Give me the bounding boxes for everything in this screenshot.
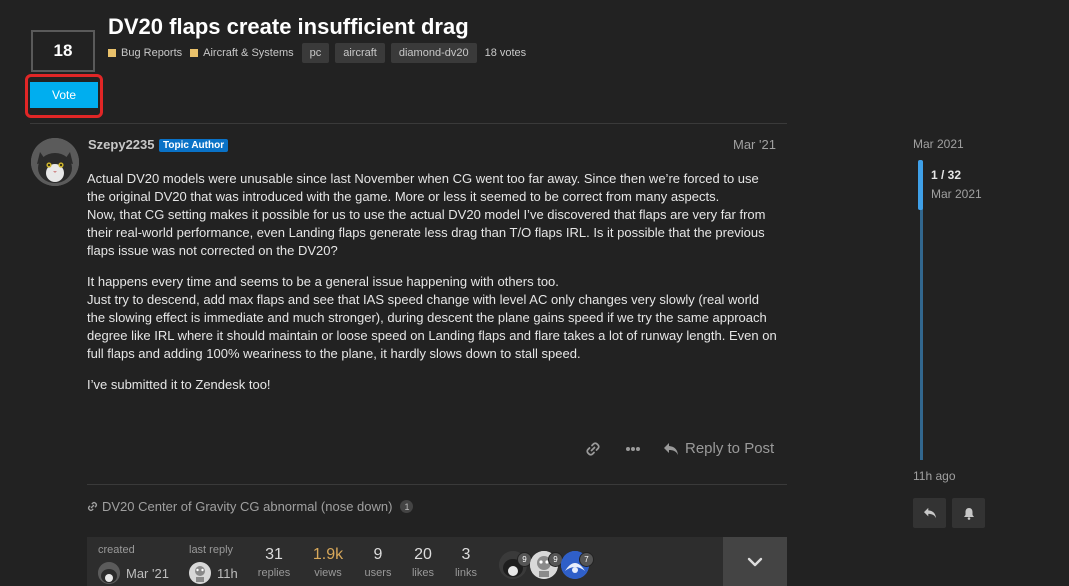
timeline-handle[interactable] — [918, 160, 923, 210]
tag-diamond-dv20[interactable]: diamond-dv20 — [390, 43, 477, 63]
topic-meta: Bug Reports Aircraft & Systems pc aircra… — [108, 43, 526, 63]
creator-avatar[interactable] — [98, 562, 120, 584]
post-username[interactable]: Szepy2235 — [88, 137, 155, 152]
bell-icon — [963, 507, 974, 520]
vote-count-value: 18 — [53, 41, 73, 60]
created-date[interactable]: Mar '21 — [126, 566, 169, 581]
last-reply-date[interactable]: 11h — [217, 566, 238, 581]
last-reply-avatar[interactable] — [189, 562, 211, 584]
last-reply-label: last reply — [189, 544, 234, 556]
reply-icon — [664, 442, 678, 455]
replies-count: 31 — [265, 546, 283, 563]
divider — [30, 123, 787, 124]
chevron-down-icon — [747, 557, 763, 566]
views-label: views — [314, 567, 342, 579]
post-paragraph: I’ve submitted it to Zendesk too! — [87, 377, 271, 392]
replies-label: replies — [257, 567, 291, 579]
timeline-position: 1 / 32 — [931, 168, 962, 182]
link-icon — [87, 501, 98, 512]
likes-count: 20 — [414, 546, 432, 563]
tag-aircraft[interactable]: aircraft — [335, 43, 385, 63]
annotation-highlight — [25, 74, 103, 118]
links-label: links — [454, 567, 477, 579]
category-color-square — [190, 49, 199, 57]
reply-to-post-button[interactable]: Reply to Post — [663, 440, 774, 457]
expand-topic-map-button[interactable] — [723, 537, 787, 586]
avatar-icon — [189, 562, 211, 584]
participant-post-count: 7 — [579, 552, 594, 567]
created-label: created — [98, 544, 135, 556]
category-color-square — [108, 49, 116, 57]
tag-pc[interactable]: pc — [301, 43, 330, 63]
ellipsis-icon — [626, 446, 640, 451]
views-count: 1.9k — [312, 546, 344, 563]
divider — [87, 484, 787, 485]
links-count: 3 — [461, 546, 471, 563]
timeline-position-date: Mar 2021 — [931, 187, 982, 201]
topic-stats-bar: created Mar '21 last reply 11h 31 replie… — [87, 537, 787, 586]
vote-count: 18 — [31, 30, 95, 72]
cat-avatar-icon — [31, 138, 79, 186]
link-icon — [586, 441, 600, 456]
post-body: Actual DV20 models were unusable since l… — [87, 170, 777, 407]
topic-author-badge: Topic Author — [159, 139, 229, 152]
avatar[interactable] — [31, 138, 79, 186]
users-count: 9 — [373, 546, 383, 563]
likes-label: likes — [411, 567, 434, 579]
category-label: Aircraft & Systems — [203, 47, 294, 59]
post-actions: Reply to Post — [585, 440, 774, 457]
category-bug-reports[interactable]: Bug Reports — [108, 47, 182, 59]
copy-link-button[interactable] — [585, 441, 601, 457]
timeline-reply-button[interactable] — [913, 498, 946, 528]
reply-icon — [923, 507, 936, 519]
votes-count-text: 18 votes — [484, 47, 527, 59]
more-options-button[interactable] — [625, 446, 641, 452]
linked-topic-link[interactable]: DV20 Center of Gravity CG abnormal (nose… — [87, 499, 414, 514]
topic-title[interactable]: DV20 flaps create insufficient drag — [108, 14, 469, 40]
linked-topic-count: 1 — [400, 500, 414, 513]
notifications-button[interactable] — [952, 498, 985, 528]
users-label: users — [364, 567, 392, 579]
post-date[interactable]: Mar '21 — [733, 137, 776, 152]
linked-topic-title: DV20 Center of Gravity CG abnormal (nose… — [102, 499, 393, 514]
post-paragraph: It happens every time and seems to be a … — [87, 274, 777, 361]
category-aircraft-systems[interactable]: Aircraft & Systems — [190, 47, 294, 59]
post-paragraph: Actual DV20 models were unusable since l… — [87, 171, 766, 258]
category-label: Bug Reports — [121, 47, 183, 59]
timeline-end-date[interactable]: 11h ago — [913, 469, 956, 483]
timeline-start-date[interactable]: Mar 2021 — [913, 137, 964, 151]
reply-label: Reply to Post — [685, 440, 775, 457]
cat-avatar-icon — [98, 562, 120, 584]
